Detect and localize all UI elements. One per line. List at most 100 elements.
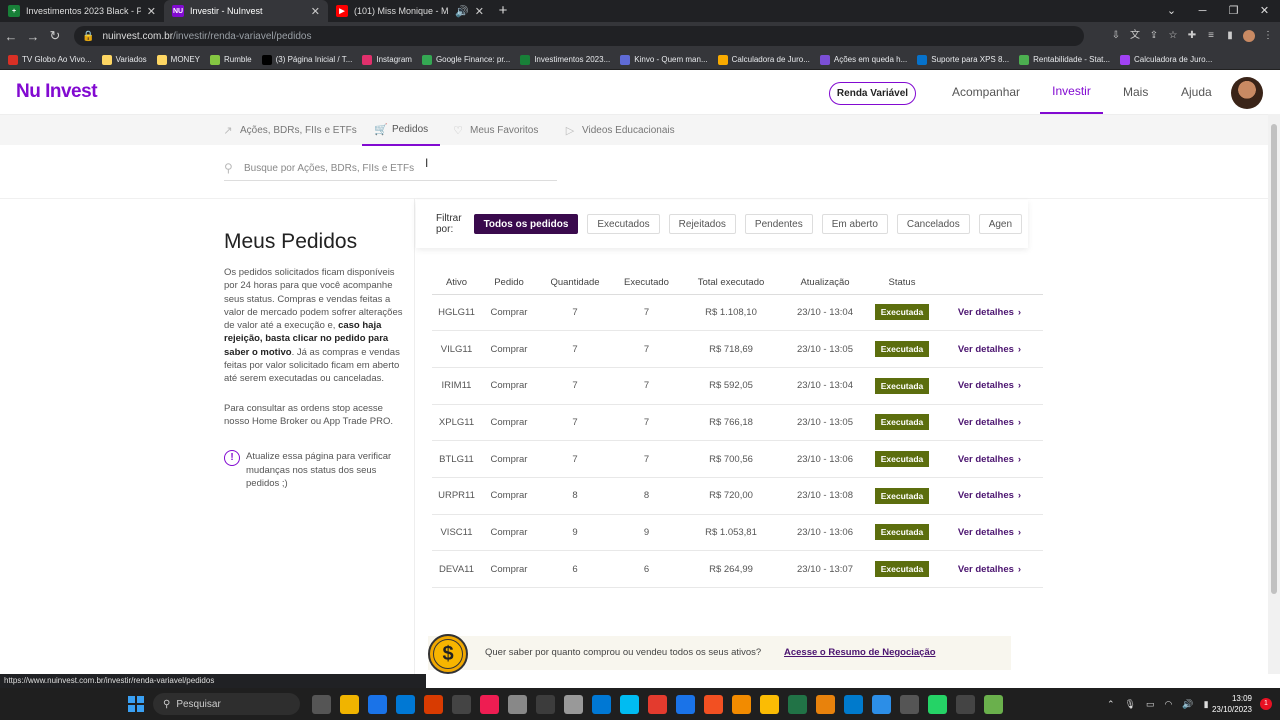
nav-investir[interactable]: Investir <box>1040 70 1103 114</box>
bookmark-item[interactable]: (3) Página Inicial / T... <box>261 54 352 65</box>
bookmark-item[interactable]: TV Globo Ao Vivo... <box>8 54 92 65</box>
taskbar-app-icon[interactable] <box>928 694 947 714</box>
bookmark-item[interactable]: Suporte para XPS 8... <box>917 54 1009 65</box>
bookmark-item[interactable]: MONEY <box>156 54 200 65</box>
restore-icon[interactable]: ❐ <box>1218 0 1249 22</box>
table-row[interactable]: URPR11 Comprar 8 8 R$ 720,00 23/10 - 13:08 Exe… <box>432 477 1043 515</box>
nuinvest-logo[interactable]: Nu Invest <box>16 81 98 103</box>
close-tab-icon[interactable]: ✕ <box>311 5 320 18</box>
notification-badge[interactable]: 1 <box>1260 698 1272 710</box>
speaker-icon[interactable]: 🔊 <box>455 5 469 18</box>
taskbar-app-icon[interactable] <box>508 694 527 714</box>
table-row[interactable]: VISC11 Comprar 9 9 R$ 1.053,81 23/10 - 13:06 E… <box>432 514 1043 552</box>
display-icon[interactable]: ▭ <box>1146 699 1155 710</box>
ver-detalhes-link[interactable]: Ver detalhes › <box>958 344 1021 355</box>
taskbar-app-icon[interactable] <box>452 694 471 714</box>
close-tab-icon[interactable]: ✕ <box>147 5 156 18</box>
avatar[interactable] <box>1231 77 1263 109</box>
taskbar-app-icon[interactable] <box>844 694 863 714</box>
renda-variavel-button[interactable]: Renda Variável <box>829 82 916 105</box>
filter-chip[interactable]: Rejeitados <box>668 214 736 234</box>
url-field[interactable]: 🔒 nuinvest.com.br/investir/renda-variave… <box>74 26 1084 46</box>
page-scrollbar[interactable] <box>1268 114 1280 674</box>
taskbar-app-icon[interactable] <box>480 694 499 714</box>
taskbar-app-icon[interactable] <box>760 694 779 714</box>
profile-icon[interactable] <box>1243 30 1255 42</box>
reload-icon[interactable]: ↻ <box>44 28 66 44</box>
minimize-icon[interactable]: ─ <box>1187 0 1218 22</box>
bookmark-item[interactable]: Investimentos 2023... <box>520 54 610 65</box>
trade-summary-link[interactable]: Acesse o Resumo de Negociação <box>784 647 936 658</box>
taskbar-app-icon[interactable] <box>312 694 331 714</box>
taskbar-app-icon[interactable] <box>340 694 359 714</box>
nav-mais[interactable]: Mais <box>1123 70 1148 114</box>
bookmark-item[interactable]: Variados <box>101 54 147 65</box>
bookmark-item[interactable]: Kinvo - Quem man... <box>620 54 708 65</box>
back-icon[interactable]: ← <box>0 29 22 44</box>
bookmark-item[interactable]: Calculadora de Juro... <box>1120 54 1212 65</box>
nav-acompanhar[interactable]: Acompanhar <box>952 70 1020 114</box>
taskbar-app-icon[interactable] <box>788 694 807 714</box>
volume-icon[interactable]: 🔊 <box>1182 699 1193 710</box>
filter-chip[interactable]: Agen <box>978 214 1023 234</box>
taskbar-app-icon[interactable] <box>648 694 667 714</box>
taskbar-app-icon[interactable] <box>816 694 835 714</box>
filter-chip[interactable]: Todos os pedidos <box>473 214 579 234</box>
filter-chip[interactable]: Cancelados <box>896 214 970 234</box>
chevron-up-icon[interactable]: ⌃ <box>1107 699 1115 710</box>
subnav-acoes[interactable]: ↗ Ações, BDRs, FIIs e ETFs <box>222 115 356 146</box>
new-tab-button[interactable]: + <box>492 0 514 22</box>
filter-chip[interactable]: Em aberto <box>821 214 888 234</box>
extensions-icon[interactable]: ✚ <box>1186 30 1198 42</box>
taskbar-clock[interactable]: 13:09 23/10/2023 <box>1212 693 1252 715</box>
install-icon[interactable]: ⇩ <box>1110 30 1122 42</box>
subnav-pedidos[interactable]: 🛒 Pedidos <box>362 115 441 146</box>
table-row[interactable]: XPLG11 Comprar 7 7 R$ 766,18 23/10 - 13:05 Exe… <box>432 404 1043 442</box>
taskbar-app-icon[interactable] <box>396 694 415 714</box>
close-tab-icon[interactable]: ✕ <box>475 5 484 18</box>
taskbar-app-icon[interactable] <box>704 694 723 714</box>
bookmark-item[interactable]: Instagram <box>362 54 412 65</box>
search-input[interactable] <box>244 162 544 174</box>
bookmark-item[interactable]: Rumble <box>210 54 252 65</box>
filter-chip[interactable]: Pendentes <box>744 214 813 234</box>
taskbar-app-icon[interactable] <box>620 694 639 714</box>
table-row[interactable]: VILG11 Comprar 7 7 R$ 718,69 23/10 - 13:05 Exe… <box>432 330 1043 368</box>
ver-detalhes-link[interactable]: Ver detalhes › <box>958 564 1021 575</box>
bookmark-item[interactable]: Google Finance: pr... <box>421 54 510 65</box>
ver-detalhes-link[interactable]: Ver detalhes › <box>958 527 1021 538</box>
taskbar-app-icon[interactable] <box>564 694 583 714</box>
taskbar-app-icon[interactable] <box>592 694 611 714</box>
taskbar-app-icon[interactable] <box>872 694 891 714</box>
bookmark-item[interactable]: Ações em queda h... <box>819 54 907 65</box>
taskbar-app-icon[interactable] <box>676 694 695 714</box>
tab-youtube[interactable]: ▶ (101) Miss Monique - MiMo 🔊 ✕ <box>328 0 492 22</box>
bookmark-item[interactable]: Calculadora de Juro... <box>717 54 810 65</box>
forward-icon[interactable]: → <box>22 29 44 44</box>
subnav-favoritos[interactable]: ♡ Meus Favoritos <box>452 115 538 146</box>
sidebar-icon[interactable]: ▮ <box>1224 30 1236 42</box>
ver-detalhes-link[interactable]: Ver detalhes › <box>958 417 1021 428</box>
tab-search-icon[interactable]: ⌄ <box>1156 0 1187 22</box>
subnav-videos[interactable]: ▷ Videos Educacionais <box>564 115 675 146</box>
table-row[interactable]: HGLG11 Comprar 7 7 R$ 1.108,10 23/10 - 13:04 E… <box>432 294 1043 332</box>
nav-ajuda[interactable]: Ajuda <box>1181 70 1212 114</box>
bookmark-item[interactable]: Rentabilidade - Stat... <box>1019 54 1110 65</box>
windows-start-icon[interactable] <box>128 696 144 712</box>
share-icon[interactable]: ⇪ <box>1148 30 1160 42</box>
taskbar-app-icon[interactable] <box>536 694 555 714</box>
taskbar-app-icon[interactable] <box>424 694 443 714</box>
battery-icon[interactable]: ▮ <box>1204 699 1209 710</box>
taskbar-app-icon[interactable] <box>732 694 751 714</box>
ver-detalhes-link[interactable]: Ver detalhes › <box>958 380 1021 391</box>
taskbar-app-icon[interactable] <box>984 694 1003 714</box>
table-row[interactable]: DEVA11 Comprar 6 6 R$ 264,99 23/10 - 13:07 Exe… <box>432 550 1043 588</box>
wifi-icon[interactable]: ◠ <box>1165 699 1173 710</box>
ver-detalhes-link[interactable]: Ver detalhes › <box>958 490 1021 501</box>
ver-detalhes-link[interactable]: Ver detalhes › <box>958 454 1021 465</box>
scrollbar-thumb[interactable] <box>1271 124 1277 594</box>
table-row[interactable]: IRIM11 Comprar 7 7 R$ 592,05 23/10 - 13:04 Exe… <box>432 367 1043 405</box>
star-icon[interactable]: ☆ <box>1167 30 1179 42</box>
close-window-icon[interactable]: ✕ <box>1249 0 1280 22</box>
tab-nuinvest[interactable]: NU Investir - NuInvest ✕ <box>164 0 328 22</box>
